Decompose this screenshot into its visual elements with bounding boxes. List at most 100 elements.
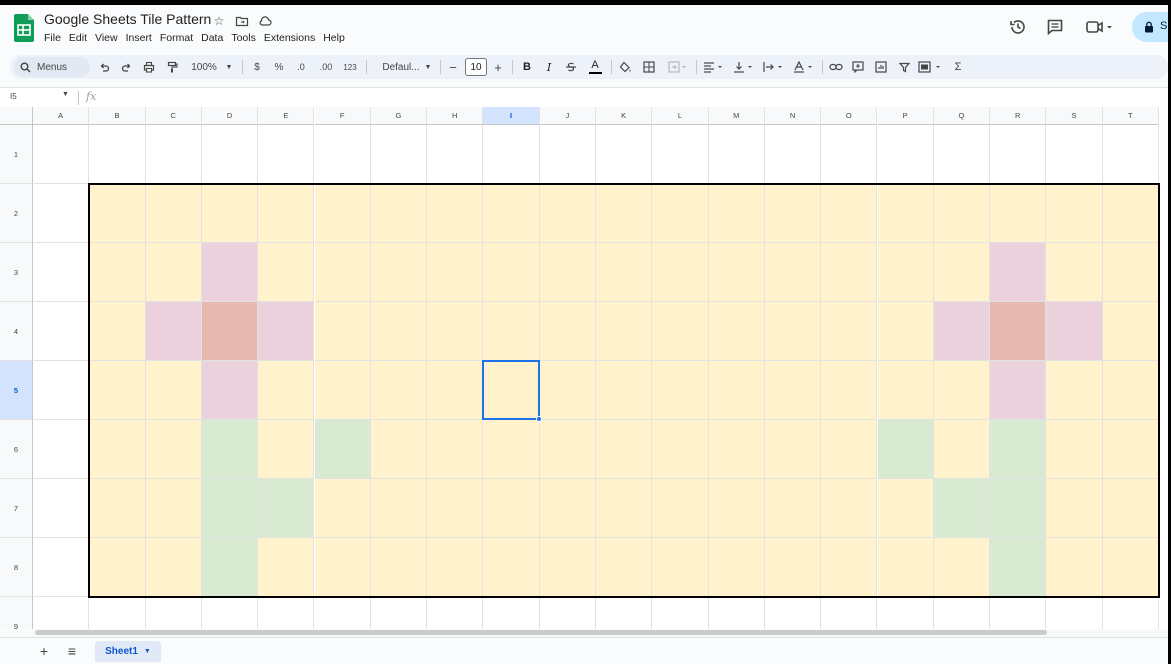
increase-decimal-button[interactable]: .00	[316, 55, 336, 79]
number-format-button[interactable]: 123	[340, 55, 360, 79]
cell-j9[interactable]	[539, 597, 596, 629]
cell-c2[interactable]	[145, 184, 202, 243]
cell-h1[interactable]	[427, 125, 484, 184]
version-history-icon[interactable]	[1008, 17, 1028, 37]
cell-r6[interactable]	[990, 420, 1047, 479]
document-title[interactable]: Google Sheets Tile Pattern	[44, 11, 211, 27]
cell-l9[interactable]	[652, 597, 709, 629]
column-header-e[interactable]: E	[258, 107, 315, 125]
borders-button[interactable]	[641, 55, 657, 79]
chevron-down-icon[interactable]: ▼	[224, 55, 234, 79]
cell-m5[interactable]	[708, 361, 765, 420]
cell-l2[interactable]	[652, 184, 709, 243]
cloud-saved-icon[interactable]	[258, 14, 272, 28]
cell-c5[interactable]	[145, 361, 202, 420]
cell-r1[interactable]	[990, 125, 1047, 184]
cell-a3[interactable]	[33, 243, 90, 302]
cell-g4[interactable]	[370, 302, 428, 361]
cell-n2[interactable]	[764, 184, 822, 243]
print-button[interactable]	[140, 55, 158, 79]
cell-f8[interactable]	[314, 538, 371, 597]
cell-j8[interactable]	[539, 538, 596, 597]
cell-a8[interactable]	[33, 538, 90, 597]
star-icon[interactable]: ☆	[212, 14, 226, 28]
cell-c7[interactable]	[145, 479, 202, 538]
cell-c6[interactable]	[145, 420, 202, 479]
cell-i3[interactable]	[483, 243, 540, 302]
zoom-select[interactable]: 100%	[186, 55, 222, 79]
filter-button[interactable]	[896, 55, 912, 79]
row-header-6[interactable]: 6	[0, 420, 33, 479]
column-header-h[interactable]: H	[427, 107, 484, 125]
cell-a6[interactable]	[33, 420, 90, 479]
currency-format-button[interactable]: $	[250, 55, 264, 79]
cell-e7[interactable]	[258, 479, 315, 538]
cell-j7[interactable]	[539, 479, 596, 538]
cell-i7[interactable]	[483, 479, 540, 538]
cell-h5[interactable]	[427, 361, 484, 420]
column-header-p[interactable]: P	[877, 107, 934, 125]
menu-help[interactable]: Help	[323, 32, 345, 44]
insert-comment-button[interactable]	[850, 55, 866, 79]
cell-h7[interactable]	[427, 479, 484, 538]
paint-format-button[interactable]	[164, 55, 180, 79]
cell-m1[interactable]	[708, 125, 765, 184]
column-header-g[interactable]: G	[370, 107, 428, 125]
cell-o3[interactable]	[821, 243, 878, 302]
cell-f1[interactable]	[314, 125, 371, 184]
cell-l5[interactable]	[652, 361, 709, 420]
column-header-f[interactable]: F	[314, 107, 371, 125]
cell-s9[interactable]	[1046, 597, 1103, 629]
column-header-t[interactable]: T	[1102, 107, 1159, 125]
column-header-n[interactable]: N	[764, 107, 822, 125]
menu-edit[interactable]: Edit	[69, 32, 87, 44]
cell-n4[interactable]	[764, 302, 822, 361]
menu-tools[interactable]: Tools	[231, 32, 256, 44]
cell-k7[interactable]	[596, 479, 653, 538]
menu-format[interactable]: Format	[160, 32, 193, 44]
cell-o1[interactable]	[821, 125, 878, 184]
cell-a1[interactable]	[33, 125, 90, 184]
column-header-a[interactable]: A	[33, 107, 90, 125]
bold-button[interactable]: B	[519, 55, 535, 79]
cell-g2[interactable]	[370, 184, 428, 243]
cell-e9[interactable]	[258, 597, 315, 629]
cell-g1[interactable]	[370, 125, 428, 184]
row-header-8[interactable]: 8	[0, 538, 33, 597]
cell-m3[interactable]	[708, 243, 765, 302]
move-folder-icon[interactable]	[235, 14, 249, 28]
cell-k4[interactable]	[596, 302, 653, 361]
column-header-s[interactable]: S	[1046, 107, 1103, 125]
text-wrapping-button[interactable]	[762, 55, 786, 79]
cell-i9[interactable]	[483, 597, 540, 629]
cell-t4[interactable]	[1102, 302, 1159, 361]
cell-b6[interactable]	[89, 420, 146, 479]
row-header-2[interactable]: 2	[0, 184, 33, 243]
cell-e2[interactable]	[258, 184, 315, 243]
menu-file[interactable]: File	[44, 32, 61, 44]
chevron-down-icon[interactable]: ▼	[423, 55, 433, 79]
cell-r7[interactable]	[990, 479, 1047, 538]
cell-p2[interactable]	[877, 184, 934, 243]
cell-n5[interactable]	[764, 361, 822, 420]
cell-k2[interactable]	[596, 184, 653, 243]
vertical-align-button[interactable]	[732, 55, 756, 79]
horizontal-scrollbar[interactable]	[33, 629, 1168, 637]
cell-g3[interactable]	[370, 243, 428, 302]
cell-m6[interactable]	[708, 420, 765, 479]
increase-font-size-button[interactable]: +	[491, 55, 505, 79]
column-header-j[interactable]: J	[539, 107, 596, 125]
cell-l8[interactable]	[652, 538, 709, 597]
decrease-decimal-button[interactable]: .0	[292, 55, 310, 79]
cell-p3[interactable]	[877, 243, 934, 302]
percent-format-button[interactable]: %	[272, 55, 286, 79]
cell-q8[interactable]	[933, 538, 991, 597]
cell-n1[interactable]	[764, 125, 822, 184]
add-sheet-button[interactable]: +	[36, 643, 52, 659]
cell-t1[interactable]	[1102, 125, 1159, 184]
cell-g8[interactable]	[370, 538, 428, 597]
italic-button[interactable]: I	[541, 55, 557, 79]
cell-o4[interactable]	[821, 302, 878, 361]
cell-p9[interactable]	[877, 597, 934, 629]
cell-f5[interactable]	[314, 361, 371, 420]
